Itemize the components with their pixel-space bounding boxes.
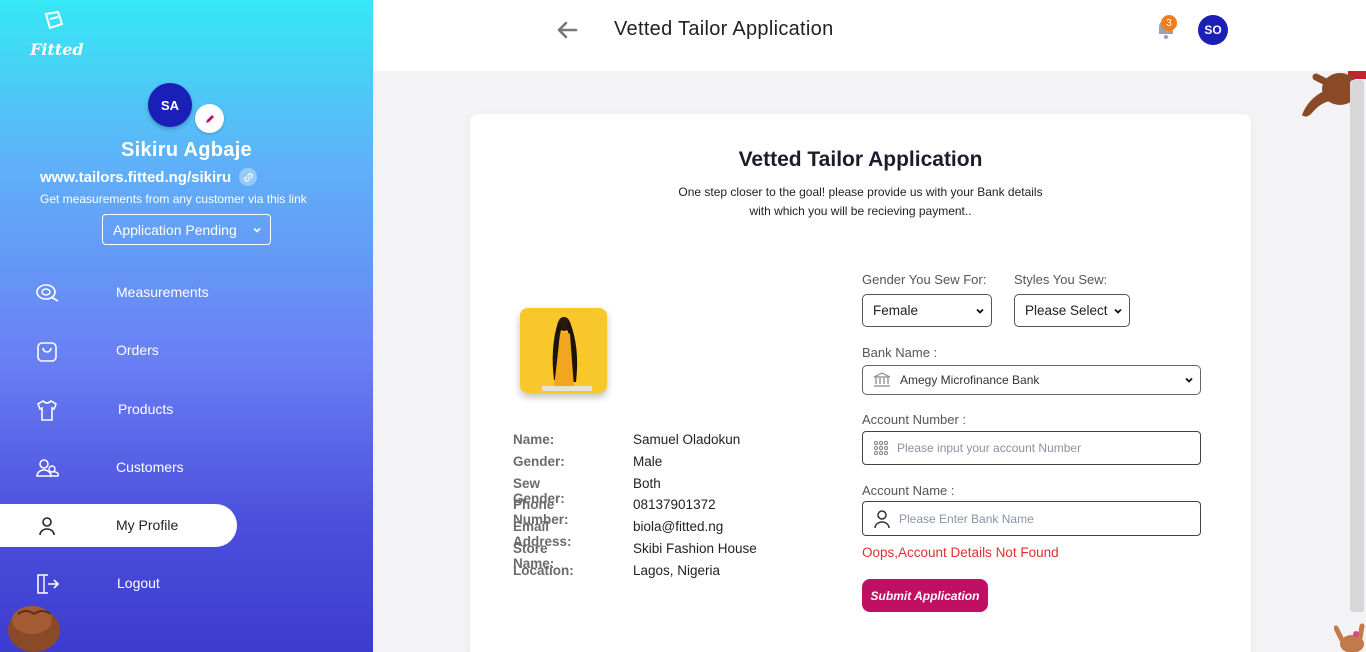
info-value: Male xyxy=(633,453,663,469)
account-number-placeholder: Please input your account Number xyxy=(897,441,1082,455)
notification-badge: 3 xyxy=(1161,15,1177,31)
page-title: Vetted Tailor Application xyxy=(614,18,834,40)
sidebar-item-label: Orders xyxy=(116,342,159,358)
avatar[interactable]: SA xyxy=(148,83,192,127)
sidebar-item-label: My Profile xyxy=(116,517,179,533)
account-number-label: Account Number : xyxy=(862,412,967,427)
profile-photo xyxy=(520,308,607,393)
styles-value: Please Select xyxy=(1025,303,1108,318)
submit-application-button[interactable]: Submit Application xyxy=(862,579,988,612)
chevron-down-icon xyxy=(1114,308,1122,314)
chevron-down-icon xyxy=(1185,377,1193,383)
user-icon xyxy=(39,517,55,536)
error-message: Oops,Account Details Not Found xyxy=(862,545,1059,560)
bank-select[interactable]: Amegy Microfinance Bank xyxy=(862,365,1201,395)
chevron-down-icon xyxy=(976,308,984,314)
styles-label: Styles You Sew: xyxy=(1014,272,1108,287)
info-value: Samuel Oladokun xyxy=(633,432,741,447)
sidebar: Fitted SA Sikiru Agbaje www.tailors.fitt… xyxy=(0,0,373,652)
chevron-down-icon xyxy=(253,227,261,233)
application-status-select[interactable]: Application Pending xyxy=(102,214,271,245)
needle-logo-icon xyxy=(44,10,64,30)
info-key: Name: xyxy=(513,432,555,447)
subtitle-line: One step closer to the goal! please prov… xyxy=(678,185,1043,199)
account-name-input[interactable]: Please Enter Bank Name xyxy=(862,501,1201,536)
sidebar-item-label: Measurements xyxy=(116,284,209,300)
account-name-label: Account Name : xyxy=(862,483,955,498)
sidebar-item-label: Products xyxy=(118,401,174,417)
store-link-text[interactable]: www.tailors.fitted.ng/sikiru xyxy=(40,169,231,186)
top-bar: Vetted Tailor Application 3 SO xyxy=(373,0,1366,71)
sidebar-item-label: Logout xyxy=(117,575,160,591)
info-value: Both xyxy=(633,475,661,491)
bank-label: Bank Name : xyxy=(862,345,938,360)
sidebar-item-products[interactable]: Products xyxy=(0,388,237,431)
logo-text: Fitted xyxy=(30,40,84,59)
info-value: 08137901372 xyxy=(633,497,716,513)
fitted-logo[interactable]: Fitted xyxy=(30,10,86,60)
sidebar-item-logout[interactable]: Logout xyxy=(0,562,237,605)
link-icon xyxy=(243,172,253,182)
copy-link-icon[interactable] xyxy=(239,168,258,186)
sidebar-item-customers[interactable]: Customers xyxy=(0,446,237,489)
back-arrow-icon[interactable] xyxy=(555,18,579,42)
tape-measure-icon xyxy=(36,284,59,302)
account-name-placeholder: Please Enter Bank Name xyxy=(899,511,1034,526)
header-avatar[interactable]: SO xyxy=(1198,15,1228,45)
bank-icon xyxy=(873,372,891,387)
sidebar-item-my-profile[interactable]: My Profile xyxy=(0,504,237,547)
subtitle-line: with which you will be recieving payment… xyxy=(749,204,972,218)
scrollbar[interactable] xyxy=(1350,80,1364,612)
sidebar-item-orders[interactable]: Orders xyxy=(0,329,237,372)
sidebar-item-label: Customers xyxy=(116,459,184,475)
fist-emoji-icon xyxy=(8,606,60,652)
person-photo-icon xyxy=(520,308,607,393)
store-hint: Get measurements from any customer via t… xyxy=(40,192,307,206)
bank-value: Amegy Microfinance Bank xyxy=(900,373,1040,387)
edit-profile-button[interactable] xyxy=(195,104,224,133)
info-value: biola@fitted.ng xyxy=(633,519,724,535)
styles-select[interactable]: Please Select xyxy=(1014,294,1130,327)
shirt-icon xyxy=(37,399,57,421)
info-key: Gender: xyxy=(513,453,565,469)
gender-value: Female xyxy=(873,303,919,318)
user-icon xyxy=(874,509,890,528)
info-key: Location: xyxy=(513,562,574,578)
store-link[interactable]: www.tailors.fitted.ng/sikiru xyxy=(40,168,258,186)
sidebar-item-measurements[interactable]: Measurements xyxy=(0,271,237,314)
card-subtitle: One step closer to the goal! please prov… xyxy=(640,183,1081,221)
status-value: Application Pending xyxy=(113,221,237,238)
pencil-icon xyxy=(205,114,214,123)
logout-icon xyxy=(37,574,60,594)
shopping-bag-icon xyxy=(37,342,57,362)
info-value: Lagos, Nigeria xyxy=(633,562,721,578)
users-icon xyxy=(36,459,59,477)
card-title: Vetted Tailor Application xyxy=(738,148,983,171)
keypad-icon xyxy=(873,440,889,456)
info-value: Skibi Fashion House xyxy=(633,540,757,556)
gender-label: Gender You Sew For: xyxy=(862,272,987,287)
gender-select[interactable]: Female xyxy=(862,294,992,327)
user-name: Sikiru Agbaje xyxy=(121,139,252,161)
bank-select-content: Amegy Microfinance Bank xyxy=(873,372,1039,388)
rock-hand-emoji-icon xyxy=(1334,623,1365,652)
application-card: Vetted Tailor Application One step close… xyxy=(470,114,1251,652)
account-number-input[interactable]: Please input your account Number xyxy=(862,431,1201,465)
